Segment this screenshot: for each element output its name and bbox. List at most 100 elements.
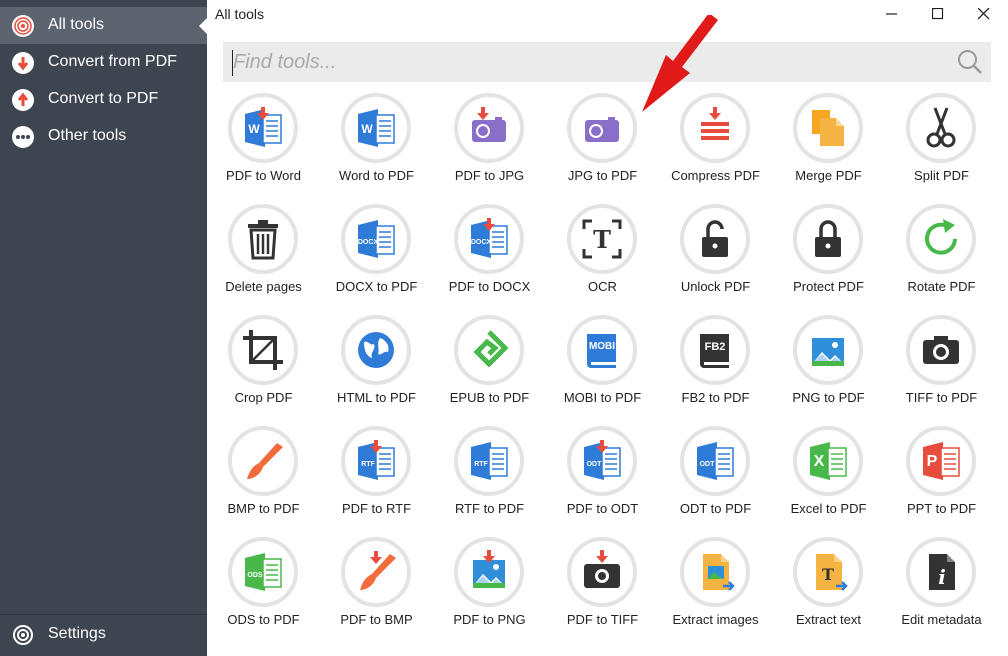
tool-png-to-pdf[interactable]: PNG to PDF [772, 315, 885, 423]
pdf-to-png-icon [454, 537, 524, 607]
tool-ppt-to-pdf[interactable]: P PPT to PDF [885, 426, 998, 534]
tool-split-pdf[interactable]: Split PDF [885, 93, 998, 201]
docx-to-pdf-icon: DOCX [341, 204, 411, 274]
pdf-to-tiff-icon [567, 537, 637, 607]
settings-label: Settings [48, 625, 106, 642]
tool-pdf-to-word[interactable]: W PDF to Word [207, 93, 320, 201]
window-title: All tools [215, 6, 265, 22]
tool-label: Excel to PDF [790, 501, 867, 516]
tool-label: Protect PDF [793, 279, 864, 294]
more-dots-icon [12, 126, 34, 148]
tool-label: PPT to PDF [906, 501, 977, 516]
tool-label: FB2 to PDF [681, 390, 750, 405]
ods-to-pdf-icon: ODS [228, 537, 298, 607]
sidebar-item-all-tools[interactable]: All tools [0, 7, 208, 44]
tool-edit-metadata[interactable]: i Edit metadata [885, 537, 998, 645]
svg-text:i: i [938, 565, 946, 589]
minimize-button[interactable] [869, 0, 915, 28]
tool-pdf-to-png[interactable]: PDF to PNG [433, 537, 546, 645]
text-caret [232, 50, 233, 76]
tool-html-to-pdf[interactable]: HTML to PDF [320, 315, 433, 423]
tool-label: PDF to JPG [454, 168, 525, 183]
tool-excel-to-pdf[interactable]: X Excel to PDF [772, 426, 885, 534]
tool-label: Rotate PDF [907, 279, 976, 294]
tool-label: Edit metadata [901, 612, 982, 627]
rtf-to-pdf-icon: RTF [454, 426, 524, 496]
maximize-button[interactable] [915, 0, 961, 28]
close-button[interactable] [961, 0, 1007, 28]
sidebar-item-label: All tools [48, 16, 105, 33]
svg-text:MOBI: MOBI [589, 341, 615, 352]
tool-label: RTF to PDF [454, 501, 525, 516]
tool-epub-to-pdf[interactable]: EPUB to PDF [433, 315, 546, 423]
tool-rotate-pdf[interactable]: Rotate PDF [885, 204, 998, 312]
png-to-pdf-icon [793, 315, 863, 385]
tool-label: Compress PDF [671, 168, 760, 183]
tool-label: JPG to PDF [567, 168, 638, 183]
svg-text:P: P [927, 453, 938, 470]
tool-pdf-to-tiff[interactable]: PDF to TIFF [546, 537, 659, 645]
search-input[interactable] [231, 48, 933, 76]
bmp-to-pdf-icon [228, 426, 298, 496]
tool-label: PDF to PNG [453, 612, 526, 627]
tool-label: Merge PDF [795, 168, 862, 183]
tool-ods-to-pdf[interactable]: ODS ODS to PDF [207, 537, 320, 645]
sidebar-item-label: Convert from PDF [48, 53, 177, 70]
tool-delete-pages[interactable]: Delete pages [207, 204, 320, 312]
pdf-to-odt-icon: ODT [567, 426, 637, 496]
tool-docx-to-pdf[interactable]: DOCX DOCX to PDF [320, 204, 433, 312]
tool-unlock-pdf[interactable]: Unlock PDF [659, 204, 772, 312]
tool-label: PDF to ODT [566, 501, 639, 516]
svg-text:DOCX: DOCX [471, 239, 492, 246]
settings-button[interactable]: Settings [0, 616, 207, 653]
tool-odt-to-pdf[interactable]: ODT ODT to PDF [659, 426, 772, 534]
scissors-icon [906, 93, 976, 163]
tool-label: PDF to DOCX [448, 279, 531, 294]
sidebar-item-label: Convert to PDF [48, 90, 159, 107]
tool-rtf-to-pdf[interactable]: RTF RTF to PDF [433, 426, 546, 534]
tool-ocr[interactable]: T OCR [546, 204, 659, 312]
svg-text:W: W [248, 122, 260, 136]
svg-text:RTF: RTF [474, 461, 488, 468]
tool-fb2-to-pdf[interactable]: FB2 FB2 to PDF [659, 315, 772, 423]
gear-icon [12, 624, 34, 646]
tool-word-to-pdf[interactable]: W Word to PDF [320, 93, 433, 201]
sidebar-item-other-tools[interactable]: Other tools [0, 118, 207, 155]
tool-pdf-to-odt[interactable]: ODT PDF to ODT [546, 426, 659, 534]
excel-to-pdf-icon: X [793, 426, 863, 496]
tool-pdf-to-jpg[interactable]: PDF to JPG [433, 93, 546, 201]
sidebar-item-convert-from-pdf[interactable]: Convert from PDF [0, 44, 207, 81]
tool-mobi-to-pdf[interactable]: MOBI MOBI to PDF [546, 315, 659, 423]
metadata-icon: i [906, 537, 976, 607]
all-tools-icon [12, 15, 34, 37]
tool-crop-pdf[interactable]: Crop PDF [207, 315, 320, 423]
tool-label: MOBI to PDF [563, 390, 642, 405]
tool-label: PDF to TIFF [566, 612, 639, 627]
word-to-pdf-icon: W [341, 93, 411, 163]
tool-label: EPUB to PDF [449, 390, 530, 405]
odt-to-pdf-icon: ODT [680, 426, 750, 496]
tool-label: ODT to PDF [679, 501, 752, 516]
tool-extract-text[interactable]: T Extract text [772, 537, 885, 645]
tool-bmp-to-pdf[interactable]: BMP to PDF [207, 426, 320, 534]
tool-pdf-to-rtf[interactable]: RTF PDF to RTF [320, 426, 433, 534]
tool-tiff-to-pdf[interactable]: TIFF to PDF [885, 315, 998, 423]
tool-protect-pdf[interactable]: Protect PDF [772, 204, 885, 312]
ppt-to-pdf-icon: P [906, 426, 976, 496]
svg-text:ODT: ODT [587, 461, 603, 468]
tool-label: Split PDF [914, 168, 969, 183]
tool-label: Unlock PDF [680, 279, 751, 294]
tool-merge-pdf[interactable]: Merge PDF [772, 93, 885, 201]
search-icon[interactable] [957, 49, 983, 80]
tool-label: PNG to PDF [792, 390, 865, 405]
tool-label: Crop PDF [234, 390, 293, 405]
tool-pdf-to-docx[interactable]: DOCX PDF to DOCX [433, 204, 546, 312]
pdf-to-word-icon: W [228, 93, 298, 163]
sidebar-item-convert-to-pdf[interactable]: Convert to PDF [0, 81, 207, 118]
tool-extract-images[interactable]: Extract images [659, 537, 772, 645]
pdf-to-rtf-icon: RTF [341, 426, 411, 496]
convert-to-icon [12, 89, 34, 111]
jpg-to-pdf-icon [567, 93, 637, 163]
svg-text:X: X [814, 453, 825, 470]
tool-pdf-to-bmp[interactable]: PDF to BMP [320, 537, 433, 645]
